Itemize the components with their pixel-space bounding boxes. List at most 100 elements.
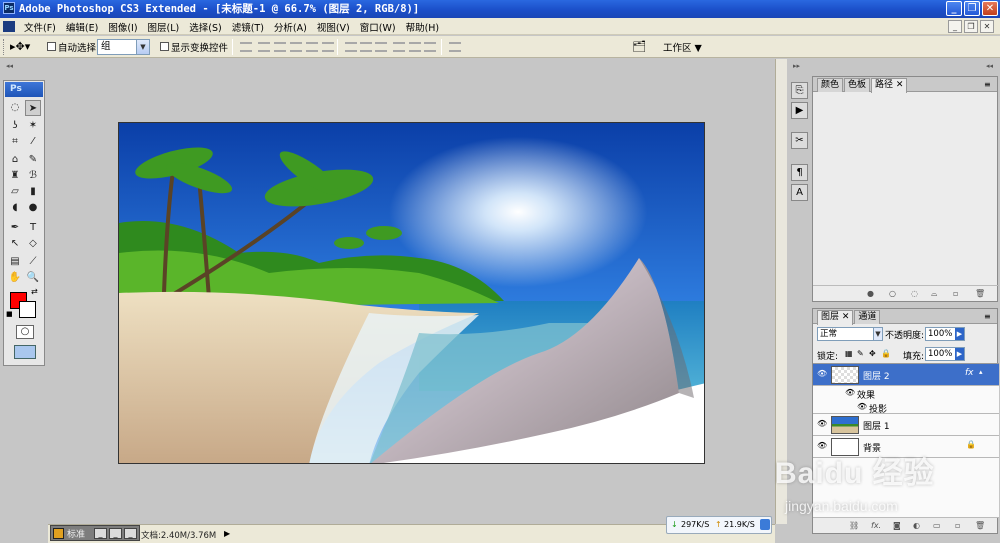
drop-shadow-row[interactable]: 👁 投影 <box>813 400 999 415</box>
auto-align-icon[interactable] <box>449 42 461 52</box>
layer-row-2[interactable]: 👁 图层 2 fx ▴ <box>813 364 999 386</box>
doc-minimize-button[interactable]: _ <box>948 20 962 33</box>
fill-input[interactable]: 100% ▶ <box>925 347 965 361</box>
options-bar-grip[interactable] <box>3 39 6 55</box>
menu-file[interactable]: 文件(F) <box>19 20 61 34</box>
lock-position-icon[interactable]: ✥ <box>869 349 876 358</box>
document-control-icon[interactable] <box>3 21 15 32</box>
path-selection-tool-icon[interactable]: ↖ <box>7 236 23 252</box>
pen-tool-icon[interactable]: ✒ <box>7 220 23 236</box>
panel-menu-icon[interactable]: ≡ <box>984 312 991 321</box>
distribute-right-icon[interactable] <box>424 42 436 52</box>
eye-icon[interactable]: 👁 <box>817 370 827 378</box>
menu-window[interactable]: 窗口(W) <box>355 20 401 34</box>
align-left-icon[interactable] <box>290 42 302 52</box>
doc-restore-button[interactable]: ❐ <box>964 20 978 33</box>
actions-panel-icon[interactable]: ▶ <box>791 102 808 119</box>
distribute-vcenter-icon[interactable] <box>360 42 372 52</box>
auto-select-checkbox[interactable] <box>47 42 56 51</box>
tab-swatches[interactable]: 色板 <box>844 78 871 92</box>
status-menu-arrow-icon[interactable]: ▶ <box>224 529 230 538</box>
zoom-tool-icon[interactable]: 🔍 <box>25 270 41 286</box>
quick-mask-icon[interactable]: ○ <box>16 325 34 339</box>
move-tool-icon[interactable]: ➤ <box>25 100 41 116</box>
minimized-document[interactable]: 标准 _ _ _ <box>50 525 140 541</box>
tab-layers[interactable]: 图层 ✕ <box>817 310 854 325</box>
healing-brush-tool-icon[interactable]: ⌂ <box>7 152 23 168</box>
menu-select[interactable]: 选择(S) <box>184 20 226 34</box>
minimize-button[interactable]: _ <box>946 1 962 16</box>
menu-help[interactable]: 帮助(H) <box>401 20 445 34</box>
stroke-path-icon[interactable]: ○ <box>889 289 896 298</box>
expand-arrows-icon[interactable]: ▸▸ <box>793 62 800 70</box>
paragraph-panel-icon[interactable]: ¶ <box>791 164 808 181</box>
tab-paths[interactable]: 路径 ✕ <box>871 78 908 93</box>
history-panel-icon[interactable]: ⎘ <box>791 82 808 99</box>
background-color-swatch[interactable] <box>19 301 36 318</box>
magic-wand-tool-icon[interactable]: ✶ <box>25 118 41 134</box>
type-tool-icon[interactable]: T <box>25 220 41 236</box>
document-canvas[interactable] <box>118 122 705 464</box>
panel-menu-icon[interactable]: ≡ <box>984 80 991 89</box>
make-work-path-icon[interactable]: ⌓ <box>931 289 937 299</box>
load-selection-icon[interactable]: ◌ <box>911 289 918 298</box>
align-hcenter-icon[interactable] <box>306 42 318 52</box>
bridge-icon[interactable]: 🗂 <box>632 40 650 54</box>
hand-tool-icon[interactable]: ✋ <box>7 270 23 286</box>
gradient-tool-icon[interactable]: ▮ <box>25 184 41 200</box>
opacity-input[interactable]: 100% ▶ <box>925 327 965 341</box>
new-path-icon[interactable]: ▫ <box>953 289 958 298</box>
distribute-bottom-icon[interactable] <box>375 42 387 52</box>
window-title-bar[interactable]: Ps Adobe Photoshop CS3 Extended - [未标题-1… <box>0 0 1000 18</box>
doc-restore-mini-button[interactable]: _ <box>94 528 107 539</box>
menu-edit[interactable]: 编辑(E) <box>61 20 103 34</box>
menu-analysis[interactable]: 分析(A) <box>269 20 312 34</box>
lock-transparent-icon[interactable]: ▦ <box>845 349 853 358</box>
character-panel-icon[interactable]: A <box>791 184 808 201</box>
brush-tool-icon[interactable]: ✎ <box>25 152 41 168</box>
menu-filter[interactable]: 滤镜(T) <box>227 20 269 34</box>
eye-icon[interactable]: 👁 <box>817 420 827 428</box>
tab-channels[interactable]: 通道 <box>854 310 881 324</box>
panel-collapse-icon[interactable]: ◂◂ <box>986 62 993 70</box>
shape-tool-icon[interactable]: ◇ <box>25 236 41 252</box>
doc-maximize-mini-button[interactable]: _ <box>109 528 122 539</box>
blend-mode-select[interactable]: 正常 ▼ <box>817 327 883 341</box>
delete-path-icon[interactable]: 🗑 <box>975 289 985 298</box>
screen-mode-icon[interactable] <box>14 345 36 359</box>
eye-icon[interactable]: 👁 <box>857 402 867 411</box>
eye-icon[interactable]: 👁 <box>845 388 855 397</box>
history-brush-tool-icon[interactable]: ℬ <box>25 168 41 184</box>
eyedropper-tool-icon[interactable]: ⟋ <box>25 254 41 270</box>
fill-path-icon[interactable]: ● <box>867 289 874 298</box>
distribute-hcenter-icon[interactable] <box>409 42 421 52</box>
align-right-icon[interactable] <box>322 42 334 52</box>
fill-slider-arrow-icon[interactable]: ▶ <box>955 348 964 360</box>
swap-colors-icon[interactable]: ⇄ <box>31 287 38 296</box>
distribute-left-icon[interactable] <box>393 42 405 52</box>
opacity-slider-arrow-icon[interactable]: ▶ <box>955 328 964 340</box>
menu-view[interactable]: 视图(V) <box>312 20 355 34</box>
collapse-effects-icon[interactable]: ▴ <box>979 368 983 376</box>
tab-color[interactable]: 颜色 <box>817 78 844 92</box>
marquee-tool-icon[interactable]: ◌ <box>7 100 23 116</box>
align-bottom-icon[interactable] <box>274 42 286 52</box>
menu-image[interactable]: 图像(I) <box>103 20 142 34</box>
clone-stamp-tool-icon[interactable]: ♜ <box>7 168 23 184</box>
lock-pixels-icon[interactable]: ✎ <box>857 349 864 358</box>
dodge-tool-icon[interactable]: ● <box>25 200 41 216</box>
lasso-tool-icon[interactable]: ʖ <box>7 118 23 134</box>
eraser-tool-icon[interactable]: ▱ <box>7 184 23 200</box>
fx-icon[interactable]: fx <box>965 368 974 378</box>
effects-row[interactable]: 👁 效果 <box>813 386 999 401</box>
doc-close-button[interactable]: ✕ <box>980 20 994 33</box>
move-tool-preset-icon[interactable]: ▸✥▾ <box>10 39 36 55</box>
slice-tool-icon[interactable]: ⁄ <box>25 134 41 150</box>
restore-button[interactable]: ❐ <box>964 1 980 16</box>
default-colors-icon[interactable]: ■ <box>6 310 14 318</box>
align-vcenter-icon[interactable] <box>258 42 270 52</box>
close-button[interactable]: ✕ <box>982 1 998 16</box>
doc-close-mini-button[interactable]: _ <box>124 528 137 539</box>
notes-tool-icon[interactable]: ▤ <box>7 254 23 270</box>
auto-select-dropdown[interactable]: 组 ▼ <box>97 39 150 55</box>
